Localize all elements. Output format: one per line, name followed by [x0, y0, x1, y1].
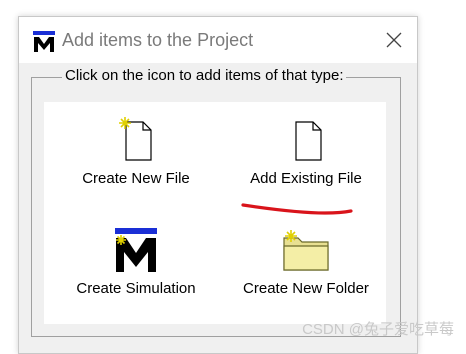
new-file-icon	[119, 117, 152, 161]
group-legend: Click on the icon to add items of that t…	[62, 67, 347, 84]
add-existing-file-label: Add Existing File	[250, 170, 362, 187]
simulation-m-icon	[115, 228, 157, 272]
create-new-folder-label: Create New Folder	[243, 280, 369, 297]
add-existing-file-item[interactable]: Add Existing File	[226, 116, 386, 187]
create-new-file-item[interactable]: Create New File	[56, 116, 216, 187]
file-icon	[295, 121, 322, 161]
create-simulation-item[interactable]: Create Simulation	[56, 226, 216, 297]
create-new-file-label: Create New File	[82, 170, 190, 187]
add-items-dialog: Add items to the Project Click on the ic…	[18, 16, 418, 354]
create-simulation-label: Create Simulation	[76, 280, 196, 297]
watermark: CSDN @兔子爱吃草莓	[302, 321, 454, 338]
m-logo-icon	[33, 31, 55, 52]
dialog-title: Add items to the Project	[62, 30, 254, 50]
item-panel: Create New File Add Existing File Create…	[44, 102, 386, 324]
title-bar: Add items to the Project	[19, 17, 417, 63]
close-icon	[386, 32, 402, 48]
create-new-folder-item[interactable]: Create New Folder	[226, 226, 386, 297]
new-folder-icon	[283, 230, 329, 271]
close-button[interactable]	[371, 17, 417, 63]
item-type-group: Click on the icon to add items of that t…	[31, 67, 401, 337]
